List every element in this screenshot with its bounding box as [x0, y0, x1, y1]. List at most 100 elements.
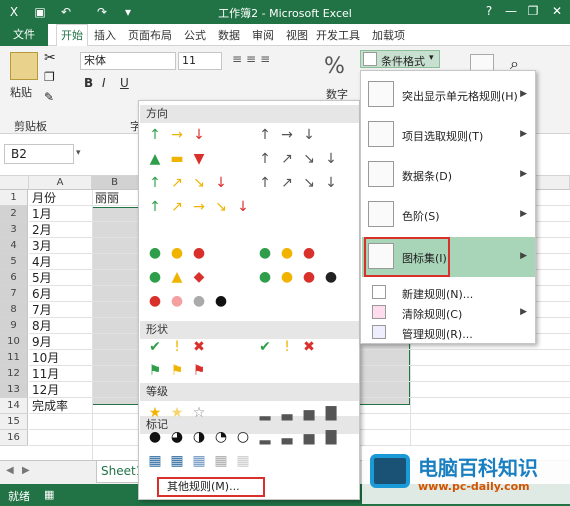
- icon-set-option-icon[interactable]: ⚑: [147, 363, 163, 379]
- icon-set-option-icon[interactable]: ↗: [169, 199, 185, 215]
- tab-review[interactable]: 审阅: [252, 27, 274, 43]
- icon-set-option-icon[interactable]: ★: [169, 405, 185, 421]
- sheet-tab-sheet1[interactable]: Sheet1: [96, 461, 143, 483]
- icon-set-option-icon[interactable]: ↘: [213, 199, 229, 215]
- menu-highlight-cells-rules[interactable]: 突出显示单元格规则(H) ▶: [362, 77, 535, 113]
- cell-a[interactable]: 11月: [29, 366, 92, 382]
- sheet-nav-prev-icon[interactable]: ◀: [6, 465, 14, 476]
- icon-set-option-icon[interactable]: ●: [301, 269, 317, 285]
- icon-set-option-icon[interactable]: ○: [235, 429, 251, 445]
- icon-set-option-icon[interactable]: ▃: [279, 429, 295, 445]
- tab-addins[interactable]: 加载项: [372, 27, 405, 43]
- icon-set-option-icon[interactable]: ▦: [147, 453, 163, 469]
- icon-set-option-icon[interactable]: ●: [147, 269, 163, 285]
- icon-set-option-icon[interactable]: !: [279, 339, 295, 355]
- cell-b1[interactable]: 丽丽: [95, 190, 119, 206]
- tab-insert[interactable]: 插入: [94, 27, 116, 43]
- icon-set-option-icon[interactable]: ▦: [169, 453, 185, 469]
- icon-set-option-icon[interactable]: ✖: [191, 339, 207, 355]
- menu-top-bottom-rules[interactable]: 项目选取规则(T) ▶: [362, 117, 535, 153]
- icon-set-option-icon[interactable]: ↓: [323, 175, 339, 191]
- icon-set-option-icon[interactable]: ✔: [257, 339, 273, 355]
- bold-button[interactable]: B: [84, 76, 93, 90]
- icon-set-option-icon[interactable]: ↘: [301, 175, 317, 191]
- icon-set-option-icon[interactable]: ▦: [213, 453, 229, 469]
- row-header[interactable]: 4: [0, 238, 28, 254]
- alignment-icons[interactable]: ≡≡≡: [232, 52, 312, 66]
- icon-set-option-icon[interactable]: ↑: [147, 127, 163, 143]
- name-box[interactable]: B2: [4, 144, 74, 164]
- row-header[interactable]: 7: [0, 286, 28, 302]
- menu-data-bars[interactable]: 数据条(D) ▶: [362, 157, 535, 193]
- icon-set-option-icon[interactable]: ★: [147, 405, 163, 421]
- menu-color-scales[interactable]: 色阶(S) ▶: [362, 197, 535, 233]
- restore-button[interactable]: ❐: [522, 2, 544, 20]
- select-all-corner[interactable]: [0, 176, 29, 190]
- icon-set-option-icon[interactable]: ●: [257, 245, 273, 261]
- cell-a[interactable]: [29, 430, 92, 446]
- minimize-button[interactable]: —: [500, 2, 522, 20]
- font-name-combo[interactable]: 宋体: [80, 52, 176, 70]
- row-header[interactable]: 3: [0, 222, 28, 238]
- cell-a[interactable]: [29, 414, 92, 430]
- icon-set-option-icon[interactable]: ▃: [279, 405, 295, 421]
- icon-set-option-icon[interactable]: ◆: [191, 269, 207, 285]
- icon-set-option-icon[interactable]: →: [191, 199, 207, 215]
- conditional-format-button[interactable]: 条件格式 ▾: [360, 50, 440, 68]
- icon-set-option-icon[interactable]: ●: [169, 293, 185, 309]
- cell-a[interactable]: 2月: [29, 222, 92, 238]
- icon-set-option-icon[interactable]: ◕: [169, 429, 185, 445]
- icon-set-option-icon[interactable]: ▂: [257, 429, 273, 445]
- font-size-combo[interactable]: 11: [178, 52, 222, 70]
- icon-set-option-icon[interactable]: ▼: [191, 151, 207, 167]
- tab-formulas[interactable]: 公式: [184, 27, 206, 43]
- icon-set-option-icon[interactable]: ↗: [279, 175, 295, 191]
- help-button[interactable]: ?: [478, 2, 500, 20]
- tab-view[interactable]: 视图: [286, 27, 308, 43]
- sheet-nav-next-icon[interactable]: ▶: [22, 465, 30, 476]
- tab-home[interactable]: 开始: [56, 24, 88, 47]
- menu-manage-rules[interactable]: 管理规则(R)...: [362, 323, 535, 343]
- format-painter-icon[interactable]: ✎: [44, 90, 54, 104]
- row-header[interactable]: 14: [0, 398, 28, 414]
- tab-page-layout[interactable]: 页面布局: [128, 27, 172, 43]
- icon-set-option-icon[interactable]: ↑: [257, 151, 273, 167]
- icon-set-option-icon[interactable]: ●: [169, 245, 185, 261]
- icon-set-option-icon[interactable]: ▲: [147, 151, 163, 167]
- menu-icon-sets[interactable]: 图标集(I) ▶: [362, 237, 535, 277]
- cut-icon[interactable]: ✂: [44, 50, 56, 66]
- icon-set-option-icon[interactable]: →: [279, 127, 295, 143]
- row-header[interactable]: 11: [0, 350, 28, 366]
- icon-set-option-icon[interactable]: ↓: [323, 151, 339, 167]
- row-header[interactable]: 12: [0, 366, 28, 382]
- row-header[interactable]: 1: [0, 190, 28, 206]
- icon-set-option-icon[interactable]: ↘: [301, 151, 317, 167]
- icon-set-option-icon[interactable]: ↑: [147, 199, 163, 215]
- icon-set-option-icon[interactable]: ✖: [301, 339, 317, 355]
- icon-set-option-icon[interactable]: ☆: [191, 405, 207, 421]
- icon-set-option-icon[interactable]: ●: [213, 293, 229, 309]
- icon-set-option-icon[interactable]: ●: [191, 245, 207, 261]
- close-button[interactable]: ✕: [546, 2, 568, 20]
- icon-set-option-icon[interactable]: ↑: [257, 127, 273, 143]
- menu-new-rule[interactable]: 新建规则(N)...: [362, 283, 535, 303]
- icon-set-option-icon[interactable]: ●: [301, 245, 317, 261]
- col-header-b[interactable]: B: [92, 176, 138, 190]
- paste-icon[interactable]: [10, 52, 38, 80]
- name-box-dropdown-icon[interactable]: ▾: [76, 148, 81, 158]
- icon-set-option-icon[interactable]: ⚑: [191, 363, 207, 379]
- row-header[interactable]: 15: [0, 414, 28, 430]
- icon-set-option-icon[interactable]: !: [169, 339, 185, 355]
- copy-icon[interactable]: ❐: [44, 70, 55, 84]
- row-header[interactable]: 2: [0, 206, 28, 222]
- icon-set-option-icon[interactable]: ↑: [257, 175, 273, 191]
- icon-set-option-icon[interactable]: ▅: [301, 429, 317, 445]
- icon-set-option-icon[interactable]: ●: [147, 293, 163, 309]
- menu-clear-rules[interactable]: 清除规则(C) ▶: [362, 303, 535, 323]
- number-format-icon[interactable]: %: [324, 54, 345, 79]
- underline-button[interactable]: U: [120, 76, 129, 90]
- icon-set-option-icon[interactable]: ●: [257, 269, 273, 285]
- icon-set-option-icon[interactable]: ▇: [323, 405, 339, 421]
- row-header[interactable]: 8: [0, 302, 28, 318]
- icon-set-option-icon[interactable]: ▲: [169, 269, 185, 285]
